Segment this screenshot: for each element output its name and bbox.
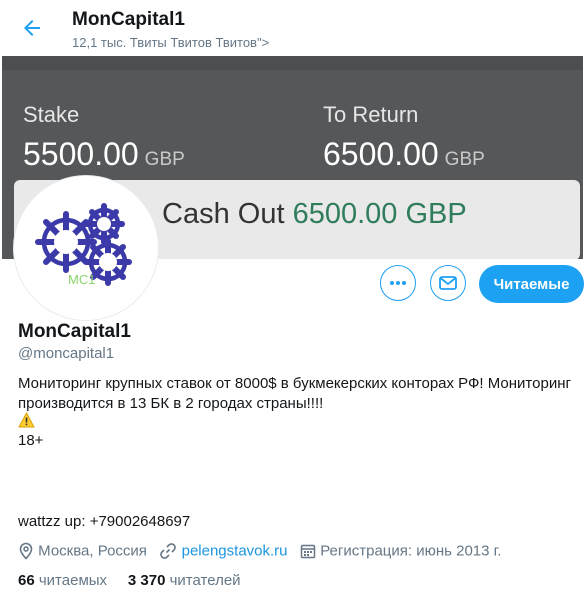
profile-header: MonCapital1 12,1 тыс. Твиты Твитов Твито… (0, 0, 585, 56)
stake-label: Stake (23, 102, 80, 127)
header-title: MonCapital1 (72, 9, 185, 30)
stake-unit: GBP (144, 149, 185, 170)
following-count: 66 (18, 572, 35, 589)
cashout-amount: 6500.00 GBP (292, 198, 467, 230)
profile-age-note: 18+ (18, 432, 44, 449)
link-icon (160, 543, 177, 559)
following-label: читаемых (38, 572, 108, 589)
envelope-icon (439, 276, 457, 290)
header-tweet-count: 12,1 тыс. Твиты Твитов Твитов"> (72, 35, 270, 50)
profile-website-link[interactable]: pelengstavok.ru (182, 543, 288, 560)
followers-count: 3 370 (127, 572, 166, 589)
return-amount: 6500.00 (323, 136, 439, 172)
cashout-text: Cash Out 6500.00 GBP (162, 198, 467, 231)
calendar-icon (300, 544, 316, 559)
profile-meta: Москва, Россия pelengstavok.ru Регистрац… (18, 542, 501, 560)
return-value: 6500.00 GBP (323, 136, 485, 173)
stake-value: 5500.00 GBP (23, 136, 185, 173)
cashout-label: Cash Out (162, 198, 285, 230)
back-arrow-icon[interactable] (20, 16, 44, 40)
logo-text: MC1 (68, 272, 95, 287)
more-dots-icon (390, 281, 406, 285)
more-options-button[interactable] (380, 265, 416, 301)
avatar[interactable]: MC1 (14, 176, 158, 320)
profile-handle: @moncapital1 (18, 345, 115, 362)
profile-bio: Мониторинг крупных ставок от 8000$ в бук… (18, 375, 571, 412)
gears-logo-icon: MC1 (35, 203, 132, 287)
stake-amount: 5500.00 (23, 136, 139, 172)
profile-stats: 66 читаемых 3 370 читателей (18, 572, 241, 589)
warning-icon (18, 411, 35, 433)
profile-location: Москва, Россия (38, 542, 147, 560)
following-button[interactable]: Читаемые (479, 265, 584, 303)
return-label: To Return (323, 102, 419, 127)
followers-label: читателей (169, 572, 241, 589)
message-button[interactable] (430, 265, 466, 301)
followers-stat[interactable]: 3 370 читателей (128, 572, 241, 589)
profile-joined-date: Регистрация: июнь 2013 г. (320, 542, 502, 560)
banner-top-strip (2, 56, 583, 70)
profile-phone: wattzz up: +79002648697 (18, 513, 191, 530)
profile-name: MonCapital1 (18, 321, 131, 342)
return-unit: GBP (444, 149, 485, 170)
location-pin-icon (19, 542, 33, 560)
following-stat[interactable]: 66 читаемых (18, 572, 107, 589)
